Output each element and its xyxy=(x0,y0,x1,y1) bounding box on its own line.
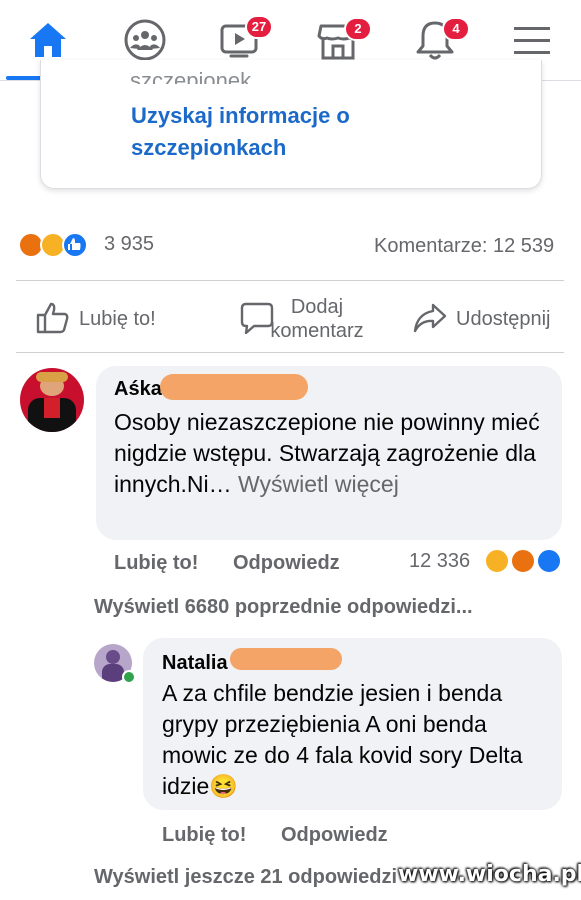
redaction-mark xyxy=(230,648,342,670)
home-icon xyxy=(30,23,66,57)
avatar[interactable] xyxy=(20,368,84,432)
redaction-mark xyxy=(160,374,308,400)
groups-icon xyxy=(124,19,166,61)
divider-top xyxy=(16,280,564,281)
reply-text: A za chfile bendzie jesien i benda grypy… xyxy=(162,678,552,802)
online-indicator xyxy=(122,670,136,684)
grinning-squint-emoji: 😆 xyxy=(209,773,238,799)
like-reaction-icon xyxy=(536,548,562,574)
notifications-badge: 4 xyxy=(442,17,470,41)
divider-bottom xyxy=(16,352,564,353)
comments-count[interactable]: Komentarze: 12 539 xyxy=(374,235,554,258)
watermark: www.wiocha.pl xyxy=(398,862,581,887)
share-label: Udostępnij xyxy=(456,308,551,330)
watch-badge: 27 xyxy=(245,15,273,39)
see-more-link[interactable]: Wyświetl więcej xyxy=(238,471,399,497)
haha-reaction-icon xyxy=(484,548,510,574)
reply-like-button[interactable]: Lubię to! xyxy=(162,824,246,847)
reply-reply-button[interactable]: Odpowiedz xyxy=(281,824,388,847)
comment-author[interactable]: Aśka xyxy=(114,378,162,401)
comment-reaction-icons[interactable] xyxy=(484,548,564,574)
vaccine-info-link[interactable]: Uzyskaj informacje o szczepionkach xyxy=(131,100,491,164)
view-more-replies[interactable]: Wyświetl jeszcze 21 odpowiedzi xyxy=(94,866,397,889)
comment-reply-button[interactable]: Odpowiedz xyxy=(233,552,340,575)
comment-label: Dodaj komentarz xyxy=(270,296,364,342)
thumbs-up-icon xyxy=(36,302,69,334)
menu-icon xyxy=(514,27,550,54)
angry-reaction-icon xyxy=(510,548,536,574)
marketplace-badge: 2 xyxy=(344,17,372,41)
comment-like-button[interactable]: Lubię to! xyxy=(114,552,198,575)
like-label: Lubię to! xyxy=(79,308,156,330)
reaction-icons[interactable] xyxy=(18,232,98,258)
reactions-count[interactable]: 3 935 xyxy=(104,233,154,256)
comment-text: Osoby niezaszczepione nie powinny mieć n… xyxy=(114,407,544,500)
card-text-cut: szczepionek. xyxy=(130,72,257,84)
share-icon xyxy=(413,303,447,333)
like-reaction-icon xyxy=(62,232,88,258)
comment-reactions-count[interactable]: 12 336 xyxy=(409,550,470,573)
view-previous-replies[interactable]: Wyświetl 6680 poprzednie odpowiedzi... xyxy=(94,596,473,619)
reply-author[interactable]: Natalia xyxy=(162,652,228,675)
